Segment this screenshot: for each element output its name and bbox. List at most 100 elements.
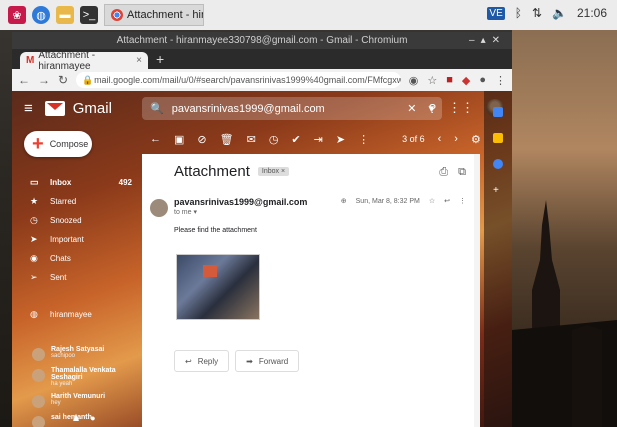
help-icon[interactable]: ? <box>429 101 436 116</box>
inbox-icon: ▭ <box>30 177 39 187</box>
file-manager-icon[interactable]: ▬ <box>56 6 74 24</box>
settings-gear-icon[interactable]: ⚙ <box>471 133 481 146</box>
new-tab-button[interactable]: + <box>156 51 164 67</box>
network-icon[interactable]: ⇅ <box>532 6 542 20</box>
more-options-icon[interactable]: ⋮ <box>459 197 466 205</box>
labels-icon[interactable]: ➤ <box>336 133 345 146</box>
forward-arrow-icon: ➡ <box>246 356 253 366</box>
extension-icon[interactable]: ■ <box>446 74 453 86</box>
sidebar-item-chats[interactable]: ◉ Chats <box>20 249 138 268</box>
recipient-details[interactable]: to me ▾ <box>174 208 197 216</box>
inbox-label-chip[interactable]: Inbox × <box>257 167 290 176</box>
keep-icon[interactable] <box>493 133 503 143</box>
address-toolbar: ← → ↻ 🔒 mail.google.com/mail/u/0/#search… <box>12 69 512 91</box>
menu-dots-icon[interactable]: ⋮ <box>495 74 506 87</box>
print-icon[interactable]: ⎙ <box>439 166 448 179</box>
calendar-icon[interactable] <box>493 107 503 117</box>
search-input[interactable]: 🔍 pavansrinivas1999@gmail.com ✕ ▾ <box>142 97 442 120</box>
person-icon[interactable]: ♟ <box>72 413 80 424</box>
gmail-app: ≡ Gmail 🔍 pavansrinivas1999@gmail.com ✕ … <box>12 91 512 427</box>
attachment-thumbnail[interactable] <box>176 254 260 320</box>
window-controls[interactable]: –▴✕ <box>469 32 506 49</box>
sidebar-item-snoozed[interactable]: ◷ Snoozed <box>20 211 138 230</box>
sender-email: pavansrinivas1999@gmail.com <box>174 197 308 207</box>
forward-button[interactable]: ➡ Forward <box>235 350 300 372</box>
system-tray: VE ᛒ ⇅ 🔈 21:06 <box>487 6 607 20</box>
browser-launcher-icon[interactable]: ◍ <box>32 6 50 24</box>
extension-icon-2[interactable]: ◆ <box>462 74 470 87</box>
contact-avatar <box>32 416 45 427</box>
tab-strip: M Attachment - hiranmayee × + <box>12 49 512 72</box>
terminal-icon[interactable]: >_ <box>80 6 98 24</box>
reply-button[interactable]: ↩ Reply <box>174 350 230 372</box>
contact-name: Thamalalla Venkata Seshagiri <box>51 367 116 381</box>
delete-icon[interactable]: 🗑 <box>220 133 234 146</box>
back-icon[interactable]: ← <box>18 73 30 87</box>
sidebar-item-label: Snoozed <box>50 216 82 225</box>
cast-icon[interactable]: ◉ <box>409 74 419 87</box>
bluetooth-icon[interactable]: ᛒ <box>515 6 522 20</box>
hangouts-account[interactable]: ◍ hiranmayee <box>20 305 138 324</box>
forward-icon[interactable]: → <box>38 73 50 87</box>
pane-scrollbar[interactable] <box>474 154 480 427</box>
archive-icon[interactable]: ▣ <box>174 133 184 146</box>
clear-search-icon[interactable]: ✕ <box>407 102 416 115</box>
main-menu-icon[interactable]: ≡ <box>24 100 33 117</box>
sidebar-item-important[interactable]: ➤ Important <box>20 230 138 249</box>
snooze-icon[interactable]: ◷ <box>269 133 279 146</box>
move-to-icon[interactable]: ⇥ <box>314 133 323 146</box>
message-date: Sun, Mar 8, 8:32 PM <box>355 197 420 205</box>
newer-icon[interactable]: ‹ <box>438 133 442 145</box>
reply-icon[interactable]: ↩ <box>444 197 450 205</box>
volume-icon[interactable]: 🔈 <box>552 6 567 20</box>
lock-icon: 🔒 <box>82 75 94 85</box>
browser-tab[interactable]: M Attachment - hiranmayee × <box>20 50 148 72</box>
address-bar[interactable]: 🔒 mail.google.com/mail/u/0/#search/pavan… <box>76 72 401 88</box>
taskbar-window-button[interactable]: Attachment - hiranm... <box>104 4 204 26</box>
hangouts-footer: ♟ ● <box>72 413 96 424</box>
profile-icon[interactable]: ● <box>479 74 486 86</box>
raspberry-menu-icon[interactable]: ❀ <box>8 6 26 24</box>
older-icon[interactable]: › <box>454 133 458 145</box>
add-task-icon[interactable]: ✔ <box>291 133 300 146</box>
more-icon[interactable]: ⋮ <box>358 133 369 146</box>
inbox-count: 492 <box>118 178 132 187</box>
back-to-list-icon[interactable]: ← <box>150 133 161 145</box>
message-toolbar: ← ▣ ⊘ 🗑 ✉ ◷ ✔ ⇥ ➤ ⋮ 3 of 6 ‹ › ⚙ <box>142 126 492 152</box>
gmail-favicon: M <box>26 55 35 66</box>
hangouts-account-label: hiranmayee <box>50 310 92 319</box>
contact-item[interactable]: Rajesh Satyasai sachipoo <box>20 346 140 361</box>
account-icon: ◍ <box>30 309 38 319</box>
sender-avatar[interactable] <box>150 199 168 217</box>
contact-name: Rajesh Satyasai <box>51 346 105 353</box>
forward-label: Forward <box>258 356 289 366</box>
sidebar-item-label: Sent <box>50 273 67 282</box>
gmail-title: Gmail <box>72 100 112 117</box>
add-addon-icon[interactable]: + <box>493 185 503 196</box>
tab-close-icon[interactable]: × <box>136 55 142 66</box>
compose-button[interactable]: + Compose <box>24 131 92 157</box>
location-icon[interactable]: ● <box>90 413 95 424</box>
extension-icons: ◉ ☆ ■ ◆ ● ⋮ <box>409 74 506 87</box>
search-icon[interactable]: 🔍 <box>150 102 164 115</box>
temple-silhouette <box>512 200 617 427</box>
report-spam-icon[interactable]: ⊘ <box>197 133 206 146</box>
open-new-window-icon[interactable]: ⧉ <box>458 166 466 179</box>
message-meta: ⊕ Sun, Mar 8, 8:32 PM ☆ ↩ ⋮ <box>341 197 466 206</box>
sidebar-item-sent[interactable]: ➢ Sent <box>20 268 138 287</box>
mark-unread-icon[interactable]: ✉ <box>247 133 256 146</box>
apps-grid-icon[interactable]: ⋮⋮ <box>448 100 474 116</box>
sidebar-item-starred[interactable]: ★ Starred <box>20 192 138 211</box>
tasks-icon[interactable] <box>493 159 503 169</box>
vnc-icon[interactable]: VE <box>487 6 505 20</box>
sidebar-item-inbox[interactable]: ▭ Inbox 492 <box>20 173 138 192</box>
contact-item[interactable]: Thamalalla Venkata Seshagiri ha yeah <box>20 367 140 387</box>
reload-icon[interactable]: ↻ <box>58 73 68 87</box>
gmail-header: ≡ Gmail 🔍 pavansrinivas1999@gmail.com ✕ … <box>12 91 512 126</box>
reply-label: Reply <box>197 356 219 366</box>
star-message-icon[interactable]: ☆ <box>429 197 435 205</box>
star-bookmark-icon[interactable]: ☆ <box>427 74 437 87</box>
sidebar-item-label: Starred <box>50 197 77 206</box>
contact-item[interactable]: Harith Vemunuri hey <box>20 393 140 408</box>
gmail-logo-icon[interactable] <box>44 101 65 116</box>
